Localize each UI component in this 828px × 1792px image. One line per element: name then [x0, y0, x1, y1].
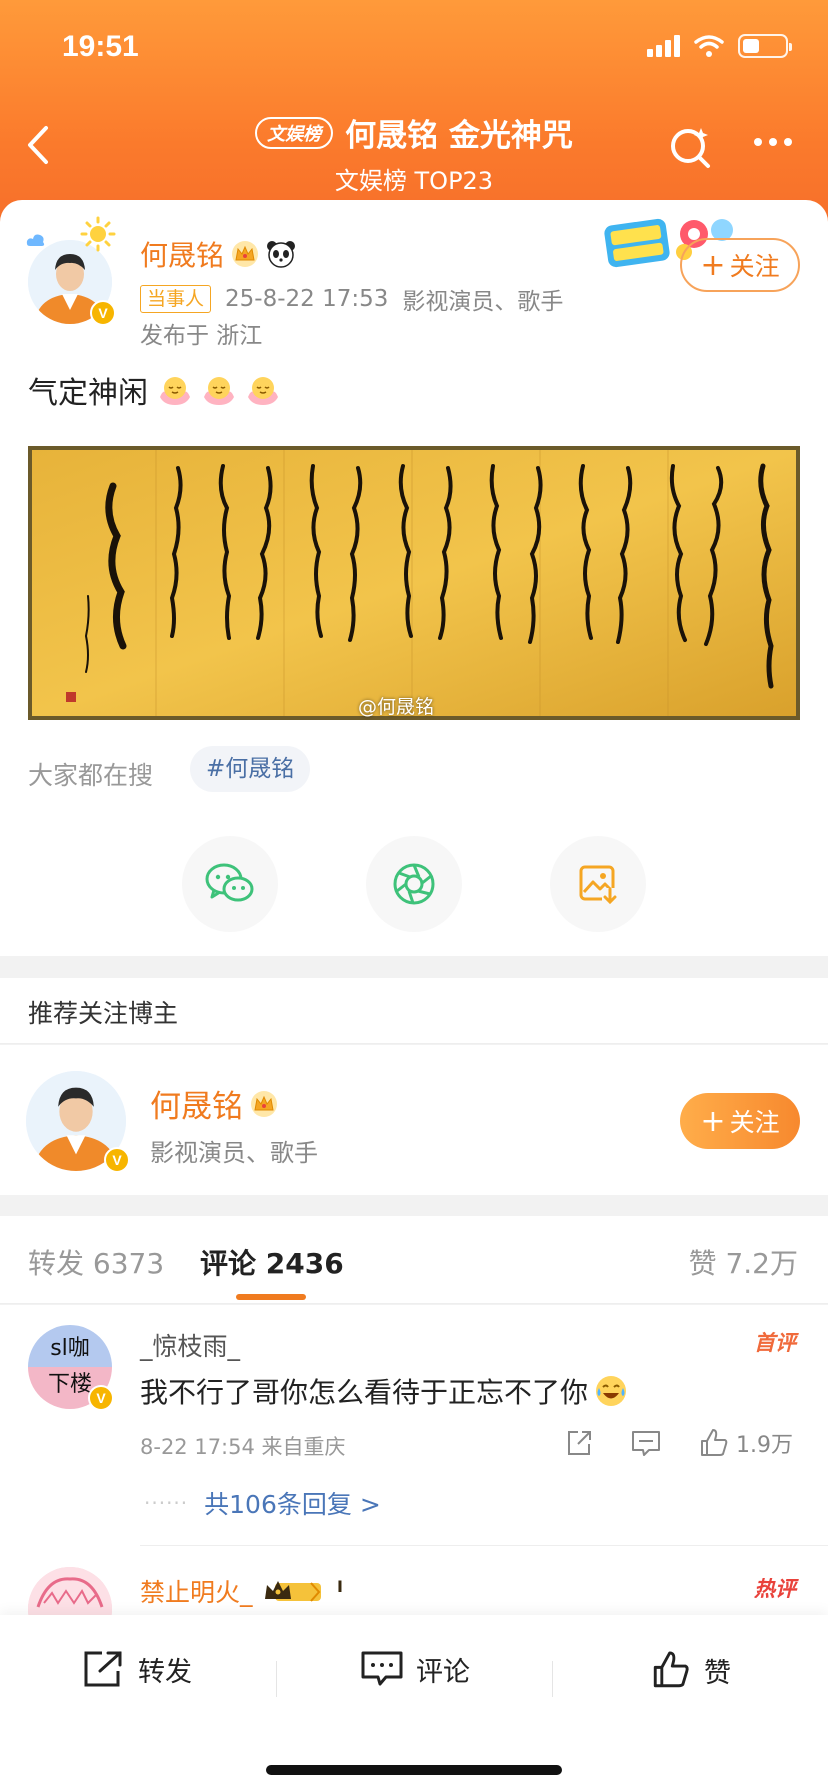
- hot-comment-badge: 热评: [754, 1577, 796, 1601]
- verified-icon: V: [104, 1147, 130, 1173]
- tab-like[interactable]: 赞 7.2万: [689, 1242, 798, 1282]
- recommend-avatar[interactable]: V: [26, 1071, 130, 1173]
- wifi-icon: [694, 35, 724, 57]
- sun-decoration-icon: [80, 216, 116, 252]
- tab-repost[interactable]: 转发 6373: [28, 1242, 164, 1282]
- post-location: 发布于 浙江: [140, 323, 263, 349]
- repost-icon: [84, 1651, 122, 1687]
- recommend-desc: 影视演员、歌手: [150, 1139, 318, 1167]
- recommend-name[interactable]: 何晟铭: [150, 1081, 279, 1126]
- post-card: V 何晟铭 当事人 25-8-22 17:53 影视演员、歌手 发布于 浙江 +…: [0, 200, 828, 956]
- status-time: 19:51: [62, 30, 139, 63]
- signal-icon: [647, 35, 680, 57]
- trending-search-tag[interactable]: #何晟铭: [190, 746, 311, 792]
- verified-icon: V: [90, 300, 116, 326]
- tab-comment[interactable]: 评论 2436: [200, 1242, 344, 1282]
- serene-emoji-icon: [204, 377, 234, 405]
- trending-search-label: 大家都在搜: [28, 761, 154, 790]
- search-icon[interactable]: [668, 124, 714, 170]
- more-icon[interactable]: [754, 138, 792, 146]
- cloud-decoration-icon: [26, 234, 45, 246]
- calligraphy-image[interactable]: [28, 446, 800, 720]
- like-button[interactable]: 赞: [650, 1649, 731, 1691]
- status-icons: [647, 34, 792, 58]
- moments-icon: [393, 863, 435, 905]
- comment-text: 我不行了哥你怎么看待于正忘不了你: [140, 1371, 628, 1411]
- share-moments-button[interactable]: [366, 836, 462, 932]
- comment-icon: [632, 1431, 660, 1456]
- tab-indicator: [236, 1294, 306, 1300]
- bar-separator: [276, 1661, 277, 1697]
- verified-icon: V: [88, 1385, 114, 1411]
- serene-emoji-icon: [248, 377, 278, 405]
- view-replies-link[interactable]: ······ 共106条回复 >: [144, 1485, 381, 1521]
- bottom-action-bar: 转发 评论 赞: [0, 1615, 828, 1792]
- comment-author[interactable]: 禁止明火_ I: [140, 1573, 343, 1609]
- crown-icon: [232, 241, 259, 267]
- thumb-up-icon: [653, 1651, 689, 1688]
- member-level-badge-icon: [264, 1581, 321, 1602]
- rank-badge: 文娱榜: [255, 116, 334, 149]
- save-image-icon: [579, 865, 618, 905]
- laugh-cry-emoji-icon: [596, 1376, 627, 1406]
- comment-divider: [140, 1545, 828, 1546]
- comment-share-button[interactable]: [564, 1425, 594, 1461]
- post-time: 25-8-22 17:53: [225, 286, 389, 312]
- page-title: 何晟铭 金光神咒: [345, 118, 573, 154]
- recommend-follow-button[interactable]: + 关注: [680, 1093, 800, 1149]
- author-avatar[interactable]: V: [28, 240, 116, 326]
- save-image-button[interactable]: [550, 836, 646, 932]
- serene-emoji-icon: [160, 377, 190, 405]
- battery-icon: [738, 34, 792, 58]
- first-comment-badge: 首评: [754, 1331, 796, 1355]
- panda-icon: [267, 241, 296, 268]
- crown-icon: [251, 1090, 277, 1117]
- comment-button[interactable]: 评论: [360, 1649, 470, 1689]
- author-category: 影视演员、歌手: [402, 289, 564, 315]
- comment-author[interactable]: _惊枝雨_: [140, 1327, 240, 1363]
- insider-tag: 当事人: [140, 285, 212, 313]
- comment-reply-button[interactable]: [630, 1425, 662, 1461]
- comment-like-button[interactable]: 1.9万: [698, 1425, 793, 1461]
- post-text: 气定神闲: [28, 368, 280, 412]
- share-wechat-button[interactable]: [182, 836, 278, 932]
- post-meta: 当事人 25-8-22 17:53 影视演员、歌手: [140, 282, 563, 316]
- recommend-card[interactable]: V 何晟铭 影视演员、歌手 + 关注: [0, 1045, 828, 1195]
- follow-button[interactable]: + 关注: [680, 238, 800, 292]
- share-icon: [568, 1431, 591, 1455]
- comment-icon: [361, 1651, 403, 1686]
- comment-meta: 8-22 17:54 来自重庆: [140, 1435, 346, 1459]
- comment-like-count: 1.9万: [736, 1433, 793, 1458]
- home-indicator[interactable]: [266, 1765, 562, 1775]
- recommend-header: 推荐关注博主: [0, 978, 828, 1044]
- member-level: I: [337, 1577, 343, 1596]
- wechat-icon: [205, 863, 254, 902]
- bar-separator: [552, 1661, 553, 1697]
- interaction-tabs: 转发 6373 评论 2436 赞 7.2万: [0, 1216, 828, 1304]
- image-watermark: @何晟铭: [358, 696, 435, 718]
- thumb-up-icon: [701, 1429, 728, 1456]
- comment-avatar[interactable]: [28, 1567, 112, 1615]
- comment-list: sl咖 下楼 V _惊枝雨_ 首评 我不行了哥你怎么看待于正忘不了你 8-22 …: [0, 1305, 828, 1615]
- repost-button[interactable]: 转发: [82, 1649, 192, 1689]
- author-name[interactable]: 何晟铭: [140, 234, 296, 274]
